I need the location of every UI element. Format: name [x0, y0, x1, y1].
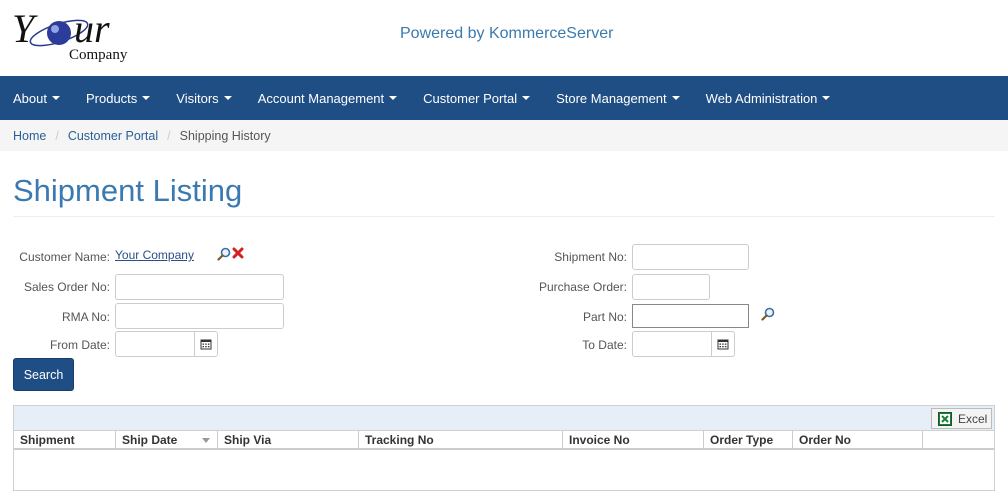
nav-label: Customer Portal	[423, 90, 518, 106]
calendar-icon	[717, 339, 729, 350]
shipment-no-input[interactable]	[632, 244, 749, 270]
col-shipment[interactable]: Shipment	[14, 431, 116, 449]
breadcrumb-customer-portal[interactable]: Customer Portal	[68, 129, 158, 143]
from-date-calendar-button[interactable]	[194, 331, 218, 357]
powered-by-text: Powered by KommerceServer	[400, 25, 614, 42]
nav-label: About	[13, 90, 47, 106]
breadcrumb-separator: /	[55, 128, 59, 143]
caret-down-icon	[51, 96, 60, 100]
caret-down-icon	[142, 96, 151, 100]
customer-name-label: Customer Name:	[19, 250, 110, 264]
customer-name-link[interactable]: Your Company	[115, 248, 194, 262]
nav-label: Store Management	[556, 90, 667, 106]
magnifier-icon[interactable]	[216, 246, 232, 262]
company-logo[interactable]: Y ur Company	[12, 4, 142, 66]
nav-visitors[interactable]: Visitors	[176, 90, 232, 106]
nav-web-administration[interactable]: Web Administration	[706, 91, 831, 106]
nav-about[interactable]: About	[13, 91, 60, 106]
col-tracking-no[interactable]: Tracking No	[359, 431, 563, 449]
col-ship-date[interactable]: Ship Date	[116, 431, 218, 449]
col-ship-via[interactable]: Ship Via	[218, 431, 359, 449]
nav-label: Web Administration	[705, 90, 818, 106]
to-date-calendar-button[interactable]	[711, 331, 735, 357]
caret-down-icon	[223, 96, 232, 100]
part-no-input[interactable]	[632, 304, 749, 328]
excel-export-button[interactable]: Excel	[931, 408, 992, 429]
col-order-no[interactable]: Order No	[793, 431, 923, 449]
nav-products[interactable]: Products	[85, 90, 151, 106]
breadcrumb-current: Shipping History	[179, 128, 271, 143]
clear-x-icon[interactable]	[231, 246, 245, 260]
svg-text:Y: Y	[12, 6, 38, 51]
page-title: Shipment Listing	[13, 173, 243, 208]
col-order-type[interactable]: Order Type	[704, 431, 793, 449]
nav-label: Visitors	[176, 90, 219, 106]
nav-customer-portal[interactable]: Customer Portal	[423, 90, 531, 106]
svg-text:ur: ur	[74, 6, 110, 51]
sort-descending-icon	[202, 438, 210, 443]
excel-label: Excel	[958, 411, 988, 426]
breadcrumb-home[interactable]: Home	[13, 129, 46, 143]
calendar-icon	[200, 339, 212, 350]
breadcrumb: Home / Customer Portal / Shipping Histor…	[0, 120, 1008, 151]
shipment-grid: Excel Shipment Ship Date Ship Via Tracki…	[13, 405, 995, 491]
grid-header-row: Shipment Ship Date Ship Via Tracking No …	[14, 431, 994, 450]
to-date-input[interactable]	[632, 331, 712, 357]
purchase-order-label: Purchase Order:	[538, 280, 627, 294]
title-divider	[13, 216, 995, 217]
nav-store-management[interactable]: Store Management	[556, 91, 680, 106]
breadcrumb-separator: /	[167, 128, 171, 143]
sales-order-no-input[interactable]	[115, 274, 284, 300]
caret-down-icon	[671, 96, 680, 100]
nav-label: Products	[85, 90, 138, 106]
part-no-label: Part No:	[582, 310, 627, 324]
from-date-label: From Date:	[49, 338, 110, 352]
shipment-no-label: Shipment No:	[554, 250, 627, 264]
to-date-label: To Date:	[582, 338, 627, 352]
purchase-order-input[interactable]	[632, 274, 710, 300]
nav-label: Account Management	[257, 90, 385, 106]
main-navbar: About Products Visitors Account Manageme…	[0, 76, 1008, 120]
search-button[interactable]: Search	[13, 358, 74, 391]
caret-down-icon	[522, 96, 531, 100]
nav-account-management[interactable]: Account Management	[257, 90, 398, 106]
caret-down-icon	[822, 96, 831, 100]
part-search-magnifier-icon[interactable]	[760, 306, 776, 322]
col-actions	[923, 431, 994, 449]
rma-no-label: RMA No:	[61, 310, 110, 324]
col-invoice-no[interactable]: Invoice No	[563, 431, 704, 449]
grid-toolbar: Excel	[14, 406, 994, 431]
caret-down-icon	[389, 96, 398, 100]
svg-text:Company: Company	[69, 47, 128, 63]
rma-no-input[interactable]	[115, 303, 284, 329]
from-date-input[interactable]	[115, 331, 195, 357]
sales-order-no-label: Sales Order No:	[23, 280, 110, 294]
col-ship-date-label: Ship Date	[122, 433, 178, 447]
site-header: Y ur Company Powered by KommerceServer	[0, 0, 1008, 76]
excel-icon	[938, 411, 952, 426]
